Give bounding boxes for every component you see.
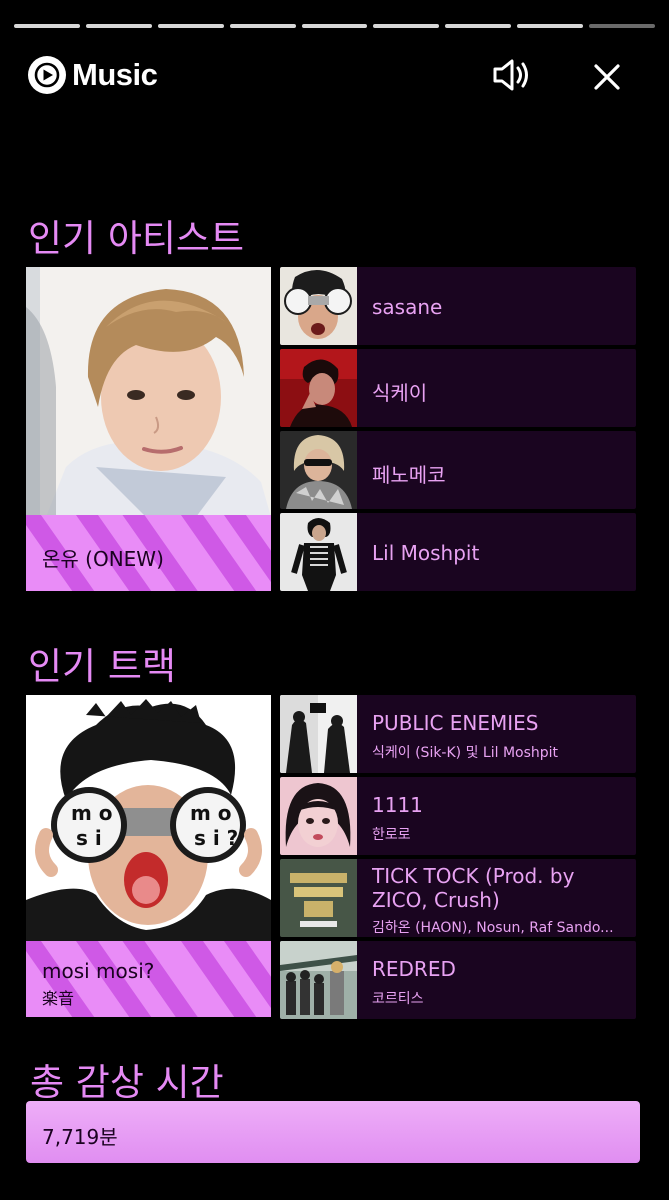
play-circle-icon	[28, 56, 66, 94]
svg-text:m o: m o	[71, 801, 113, 825]
artist-row[interactable]: 식케이	[280, 349, 636, 427]
track-artist: 김하온 (HAON), Nosun, Raf Sando...	[372, 920, 614, 936]
track-artist: 한로로	[372, 827, 411, 843]
progress-segment	[157, 24, 224, 28]
artist-photo	[26, 267, 271, 517]
progress-segment	[229, 24, 296, 28]
close-button[interactable]	[588, 58, 626, 96]
track-title: TICK TOCK (Prod. by ZICO, Crush)	[372, 864, 575, 912]
track-thumbnail	[280, 941, 357, 1019]
track-title: 1111	[372, 793, 423, 817]
progress-segment	[445, 24, 512, 28]
artist-name: sasane	[372, 295, 443, 319]
track-title: REDRED	[372, 957, 456, 981]
sound-button[interactable]	[490, 55, 534, 95]
svg-text:s i ?: s i ?	[194, 826, 238, 850]
artist-name: 식케이	[372, 381, 428, 405]
artist-row[interactable]: 페노메코	[280, 431, 636, 509]
album-art: m o s i m o s i ?	[26, 695, 271, 943]
top-tracks-heading: 인기 트랙	[28, 645, 176, 688]
progress-segment	[373, 24, 440, 28]
artist-name: Lil Moshpit	[372, 541, 480, 565]
artist-name: 페노메코	[372, 463, 446, 487]
progress-segment	[589, 24, 656, 28]
track-artist: 코르티스	[372, 991, 424, 1007]
featured-track-card[interactable]: m o s i m o s i ? mosi mosi? 楽音	[26, 695, 271, 1017]
story-progress-bar	[14, 24, 656, 28]
progress-segment	[85, 24, 152, 28]
artist-row[interactable]: Lil Moshpit	[280, 513, 636, 591]
artist-thumbnail	[280, 349, 357, 427]
progress-segment	[14, 24, 80, 28]
track-row[interactable]: PUBLIC ENEMIES 식케이 (Sik-K) 및 Lil Moshpit	[280, 695, 636, 773]
featured-track-title: mosi mosi?	[42, 959, 155, 983]
track-row[interactable]: REDRED 코르티스	[280, 941, 636, 1019]
speaker-icon	[493, 59, 528, 91]
close-icon	[594, 64, 620, 90]
track-artist: 식케이 (Sik-K) 및 Lil Moshpit	[372, 745, 559, 761]
artist-row[interactable]: sasane	[280, 267, 636, 345]
track-title: PUBLIC ENEMIES	[372, 711, 539, 735]
svg-text:s i: s i	[76, 826, 102, 850]
track-thumbnail	[280, 695, 357, 773]
track-thumbnail	[280, 859, 357, 937]
total-listening-value: 7,719분	[42, 1125, 118, 1149]
featured-track-caption: mosi mosi? 楽音	[26, 941, 271, 1017]
total-listening-bar: 7,719분	[26, 1101, 640, 1163]
progress-segment	[517, 24, 584, 28]
featured-artist-name: 온유 (ONEW)	[42, 547, 164, 571]
featured-artist-card[interactable]: 온유 (ONEW)	[26, 267, 271, 591]
total-listening-heading: 총 감상 시간	[30, 1061, 224, 1104]
top-artists-heading: 인기 아티스트	[28, 217, 245, 260]
artist-thumbnail	[280, 431, 357, 509]
track-row[interactable]: TICK TOCK (Prod. by ZICO, Crush) 김하온 (HA…	[280, 859, 636, 937]
featured-track-artist: 楽音	[42, 989, 75, 1008]
progress-segment	[301, 24, 368, 28]
featured-artist-caption: 온유 (ONEW)	[26, 515, 271, 591]
artist-thumbnail	[280, 267, 357, 345]
svg-text:m o: m o	[190, 801, 232, 825]
track-thumbnail	[280, 777, 357, 855]
app-logo: Music	[26, 54, 158, 96]
track-row[interactable]: 1111 한로로	[280, 777, 636, 855]
app-name: Music	[72, 57, 158, 92]
artist-thumbnail	[280, 513, 357, 591]
